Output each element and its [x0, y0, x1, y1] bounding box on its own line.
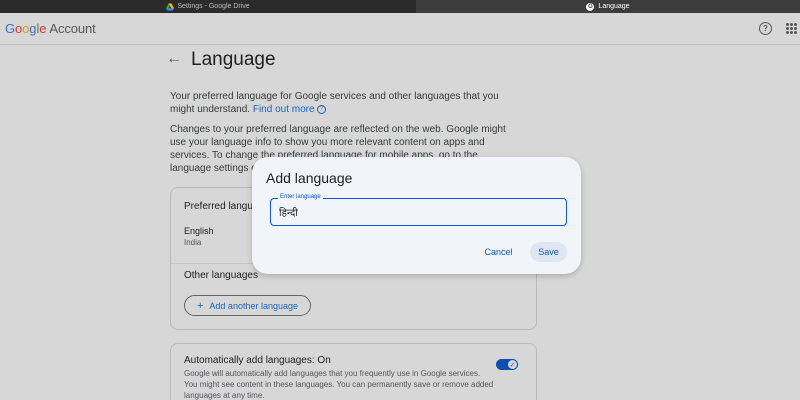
dialog-title: Add language — [266, 170, 353, 186]
cancel-button[interactable]: Cancel — [476, 243, 521, 261]
drive-icon — [166, 2, 175, 11]
save-button[interactable]: Save — [530, 242, 567, 262]
google-icon: G — [586, 2, 595, 11]
add-language-dialog: Add language Enter language Cancel Save — [252, 157, 581, 274]
enter-language-label: Enter language — [278, 194, 323, 200]
tab-title: Language — [598, 3, 630, 10]
tab-language[interactable]: G Language — [416, 0, 800, 13]
tab-title: Settings - Google Drive — [177, 3, 250, 10]
enter-language-field[interactable]: Enter language — [270, 194, 567, 226]
tab-settings-google-drive[interactable]: Settings - Google Drive — [0, 0, 416, 13]
enter-language-input[interactable] — [279, 206, 479, 217]
browser-tab-strip: Settings - Google Drive G Language — [0, 0, 800, 13]
